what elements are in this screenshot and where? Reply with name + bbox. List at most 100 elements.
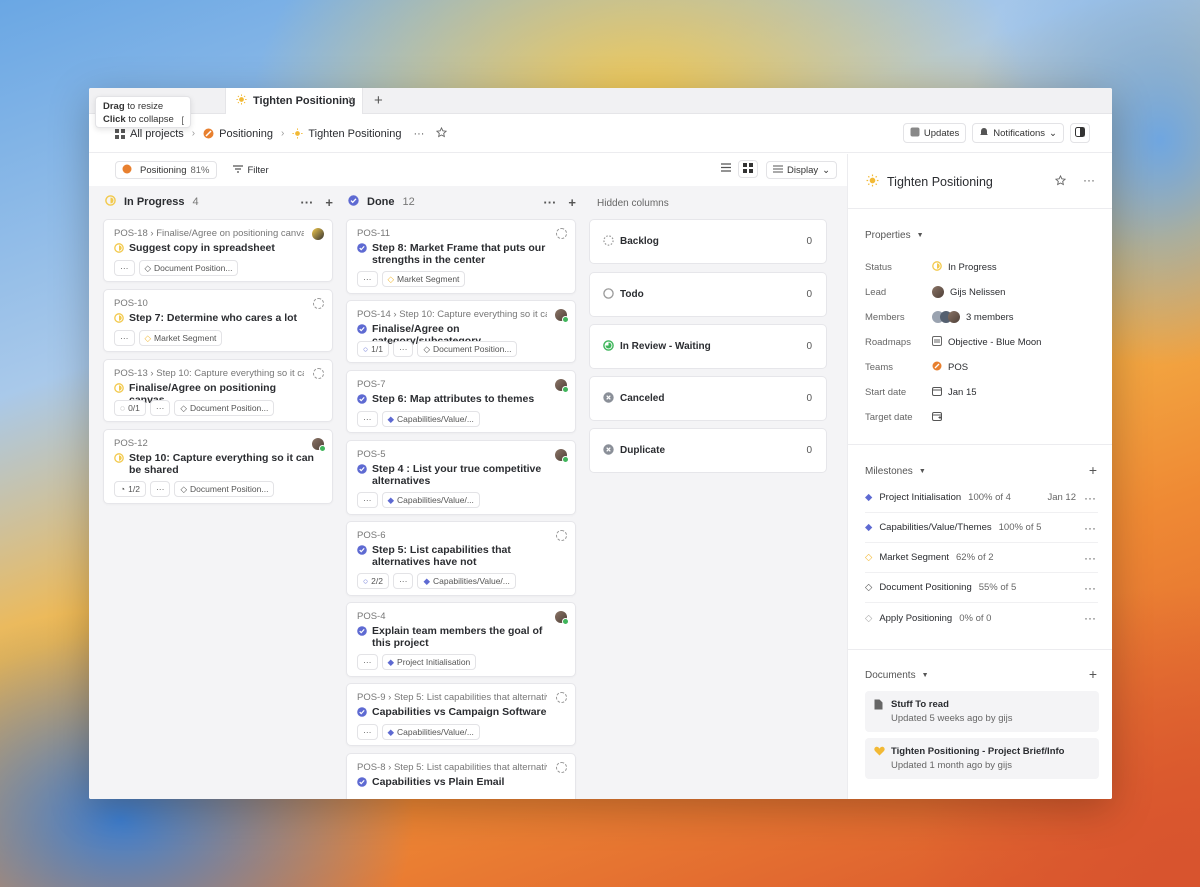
hidden-column-name: Duplicate [620,445,666,456]
milestone-tag[interactable]: ◆ Capabilities/Value/... [381,724,480,740]
add-icon[interactable]: + [568,195,576,210]
issue-card[interactable]: POS-7 Step 6: Map attributes to themes ·… [346,370,576,433]
issue-tags: ··· ◇ Market Segment [357,271,466,287]
issue-card[interactable]: POS-6 Step 5: List capabilities that alt… [346,521,576,596]
more-icon[interactable]: ··· [413,128,424,140]
board-view-button[interactable] [738,160,758,178]
roadmaps-value[interactable]: Objective - Blue Moon [932,336,1041,349]
milestone-tag[interactable]: ◇ Market Segment [138,330,223,346]
milestone-tag[interactable]: ◆ Capabilities/Value/... [381,492,480,508]
updates-button[interactable]: Updates [902,123,967,143]
start-date-value[interactable]: Jan 15 [932,386,977,399]
milestone-tag[interactable]: ◆ Project Initialisation [381,654,477,670]
milestone-row[interactable]: ◇ Apply Positioning 0% of 0 ··· [865,603,1098,633]
milestone-row[interactable]: ◇ Document Positioning 55% of 5 ··· [865,573,1098,603]
lead-value[interactable]: Gijs Nelissen [932,286,1005,298]
more-icon[interactable]: ··· [357,724,378,740]
more-icon[interactable]: ··· [1084,491,1096,505]
milestone-tag[interactable]: ◇ Document Position... [174,481,275,497]
issue-card[interactable]: POS-11 Step 8: Market Frame that puts ou… [346,219,576,294]
breadcrumb-project[interactable]: Positioning [219,128,273,140]
more-icon[interactable]: ··· [357,411,378,427]
close-tab-icon[interactable]: × [348,94,354,106]
hidden-column-duplicate[interactable]: Duplicate 0 [589,428,827,473]
more-icon[interactable]: ··· [1084,521,1096,535]
hidden-column-name: In Review - Waiting [620,341,711,352]
milestone-tag-label: Capabilities/Value/... [397,727,474,737]
more-icon[interactable]: ··· [300,195,313,210]
list-view-button[interactable] [716,160,736,178]
filter-button[interactable]: Filter [232,165,269,176]
teams-value[interactable]: POS [932,361,968,374]
target-date-value[interactable] [932,411,942,424]
progress-ring-icon: ◌ [120,403,126,413]
issue-card[interactable]: POS-9 › Step 5: List capabilities that a… [346,683,576,746]
more-icon[interactable]: ··· [1084,581,1096,595]
add-icon[interactable]: + [325,195,333,210]
milestone-tag[interactable]: ◇ Document Position... [417,341,518,357]
hidden-column-backlog[interactable]: Backlog 0 [589,219,827,264]
milestone-tag[interactable]: ◇ Document Position... [138,260,239,276]
hidden-column-in-review[interactable]: In Review - Waiting 0 [589,324,827,369]
status-value[interactable]: In Progress [932,261,997,274]
members-value[interactable]: 3 members [932,311,1014,323]
chip-percent: 81% [190,164,210,176]
more-icon[interactable]: ··· [1084,611,1096,625]
subissue-progress[interactable]: ○ 2/2 [357,573,389,589]
more-icon[interactable]: ··· [392,341,414,357]
more-icon[interactable]: ··· [149,481,171,497]
more-icon[interactable]: ··· [149,400,171,416]
add-document-icon[interactable]: + [1089,666,1097,682]
milestone-tag[interactable]: ◆ Capabilities/Value/... [381,411,480,427]
issue-card[interactable]: POS-14 › Step 10: Capture everything so … [346,300,576,363]
more-icon[interactable]: ··· [357,271,378,287]
issue-card[interactable]: POS-12 Step 10: Capture everything so it… [103,429,333,504]
more-icon[interactable]: ··· [357,492,378,508]
breadcrumb-all-projects[interactable]: All projects [130,128,184,140]
display-button[interactable]: Display ⌄ [766,161,838,179]
breadcrumb-current[interactable]: Tighten Positioning [308,128,401,140]
hidden-column-todo[interactable]: Todo 0 [589,272,827,317]
document-item[interactable]: Stuff To read Updated 5 weeks ago by gij… [865,691,1099,732]
milestones-toggle[interactable]: Milestones ▼ [865,466,926,477]
toggle-panel-button[interactable] [1070,123,1090,143]
issue-card[interactable]: POS-5 Step 4 : List your true competitiv… [346,440,576,515]
more-icon[interactable]: ··· [392,573,414,589]
project-progress-chip[interactable]: Positioning 81% [115,161,217,179]
milestone-tag[interactable]: ◇ Document Position... [174,400,275,416]
documents-toggle[interactable]: Documents ▼ [865,670,929,681]
subissue-progress[interactable]: ◌ 0/1 [114,400,146,416]
milestone-row[interactable]: ◆ Project Initialisation 100% of 4 Jan 1… [865,483,1098,513]
new-tab-button[interactable]: + [374,92,383,109]
properties-toggle[interactable]: Properties ▼ [865,230,924,241]
issue-card[interactable]: POS-4 Explain team members the goal of t… [346,602,576,677]
subissue-progress[interactable]: ◔ 1/2 [114,481,146,497]
more-icon[interactable]: ··· [357,654,378,670]
subissue-progress[interactable]: ○ 1/1 [357,341,389,357]
star-icon[interactable] [436,126,448,141]
more-icon[interactable]: ··· [543,195,556,210]
issue-card[interactable]: POS-8 › Step 5: List capabilities that a… [346,753,576,799]
milestone-name: Market Segment [879,552,950,563]
issue-card[interactable]: POS-18 › Finalise/Agree on positioning c… [103,219,333,282]
more-icon[interactable]: ··· [114,330,135,346]
notifications-button[interactable]: Notifications ⌄ [972,123,1064,143]
add-milestone-icon[interactable]: + [1089,462,1097,478]
avatar [555,611,569,626]
todo-icon [603,287,614,302]
hidden-column-canceled[interactable]: Canceled 0 [589,376,827,421]
subissue-count: 1/1 [371,344,383,354]
tab-tighten-positioning[interactable]: Tighten Positioning × [225,88,363,114]
milestone-row[interactable]: ◆ Capabilities/Value/Themes 100% of 5 ··… [865,513,1098,543]
updates-icon [910,127,920,140]
milestone-tag[interactable]: ◆ Capabilities/Value/... [417,573,516,589]
issue-card[interactable]: POS-13 › Step 10: Capture everything so … [103,359,333,422]
milestone-row[interactable]: ◇ Market Segment 62% of 2 ··· [865,543,1098,573]
star-icon[interactable] [1054,174,1067,189]
issue-card[interactable]: POS-10 Step 7: Determine who cares a lot… [103,289,333,352]
more-icon[interactable]: ··· [1084,551,1096,565]
document-item[interactable]: Tighten Positioning - Project Brief/Info… [865,738,1099,779]
more-icon[interactable]: ··· [114,260,135,276]
more-icon[interactable]: ··· [1083,173,1095,187]
milestone-tag[interactable]: ◇ Market Segment [381,271,466,287]
